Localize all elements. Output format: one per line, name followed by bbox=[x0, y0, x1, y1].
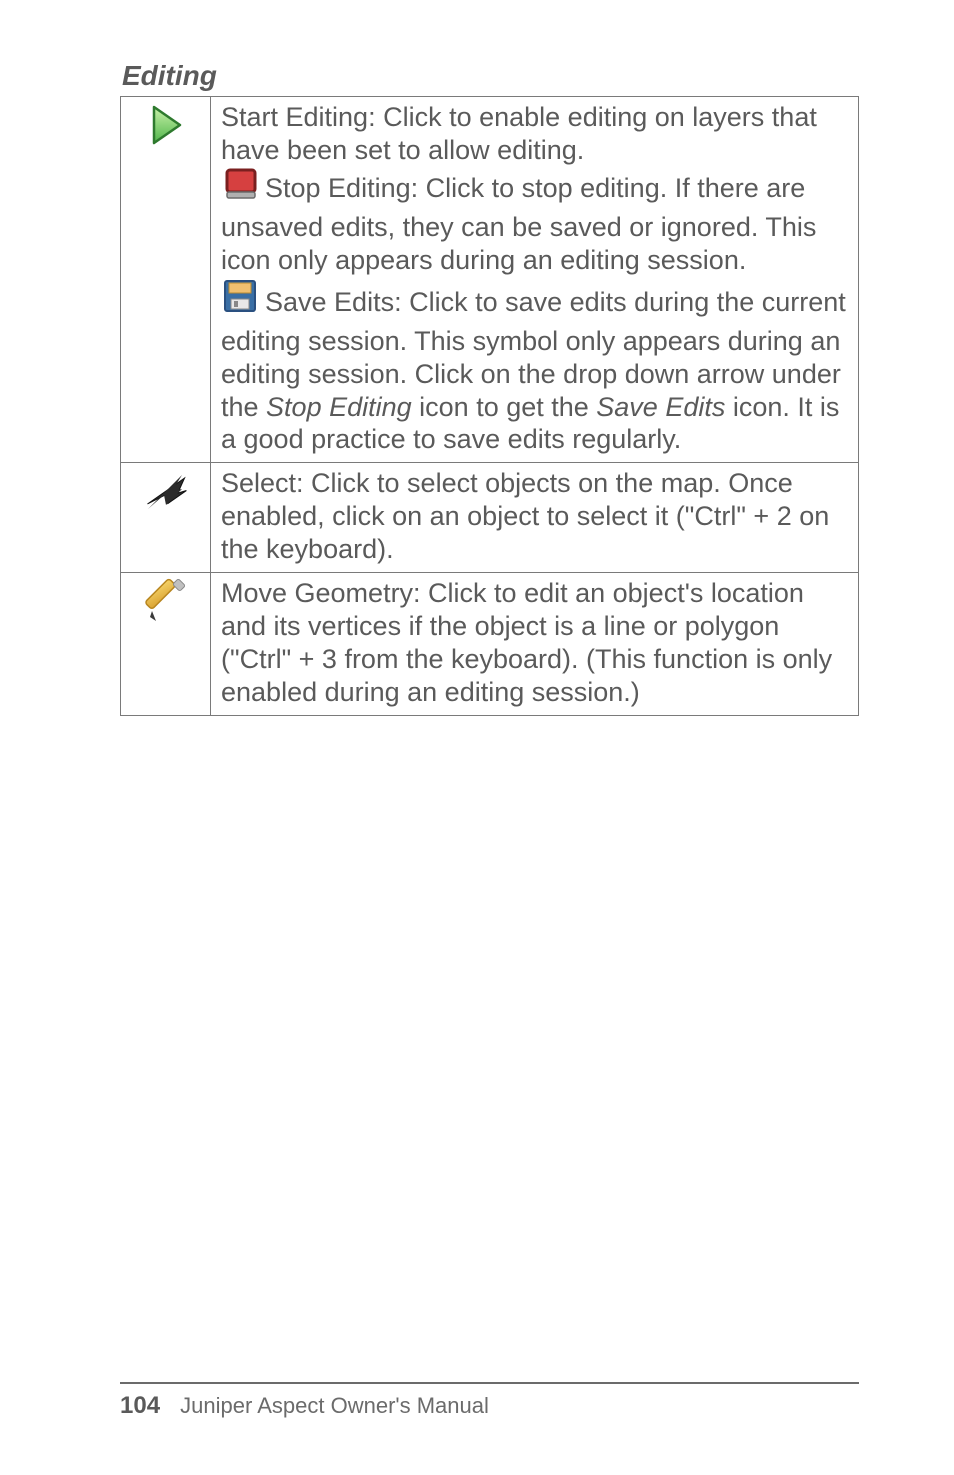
table-row: Select: Click to select objects on the m… bbox=[121, 463, 859, 573]
row-icon-cell bbox=[121, 463, 211, 573]
row-description-cell: Select: Click to select objects on the m… bbox=[211, 463, 859, 573]
text-part: icon to get the bbox=[412, 392, 597, 422]
manual-title: Juniper Aspect Owner's Manual bbox=[180, 1393, 489, 1418]
text-part: Stop Editing: Click to stop editing. If … bbox=[221, 173, 816, 275]
text-italic: Stop Editing bbox=[266, 392, 412, 422]
text-part: Move Geometry: Click to edit an object's… bbox=[221, 578, 832, 707]
row-icon-cell bbox=[121, 97, 211, 463]
section-heading: Editing bbox=[122, 60, 859, 92]
row-description-cell: Move Geometry: Click to edit an object's… bbox=[211, 573, 859, 716]
text-part: Start Editing: Click to enable editing o… bbox=[221, 102, 817, 165]
page-footer: 104 Juniper Aspect Owner's Manual bbox=[120, 1382, 859, 1420]
select-arrow-icon bbox=[142, 491, 190, 521]
table-row: Start Editing: Click to enable editing o… bbox=[121, 97, 859, 463]
footer-rule bbox=[120, 1382, 859, 1384]
table-row: Move Geometry: Click to edit an object's… bbox=[121, 573, 859, 716]
row-description-cell: Start Editing: Click to enable editing o… bbox=[211, 97, 859, 463]
editing-table: Start Editing: Click to enable editing o… bbox=[120, 96, 859, 716]
text-italic: Save Edits bbox=[596, 392, 725, 422]
stop-editing-icon bbox=[221, 167, 261, 211]
save-edits-icon bbox=[221, 277, 261, 325]
start-editing-icon bbox=[142, 125, 190, 155]
text-part: Select: Click to select objects on the m… bbox=[221, 468, 829, 564]
pencil-icon bbox=[142, 601, 190, 631]
row-icon-cell bbox=[121, 573, 211, 716]
page-number: 104 bbox=[120, 1392, 160, 1419]
